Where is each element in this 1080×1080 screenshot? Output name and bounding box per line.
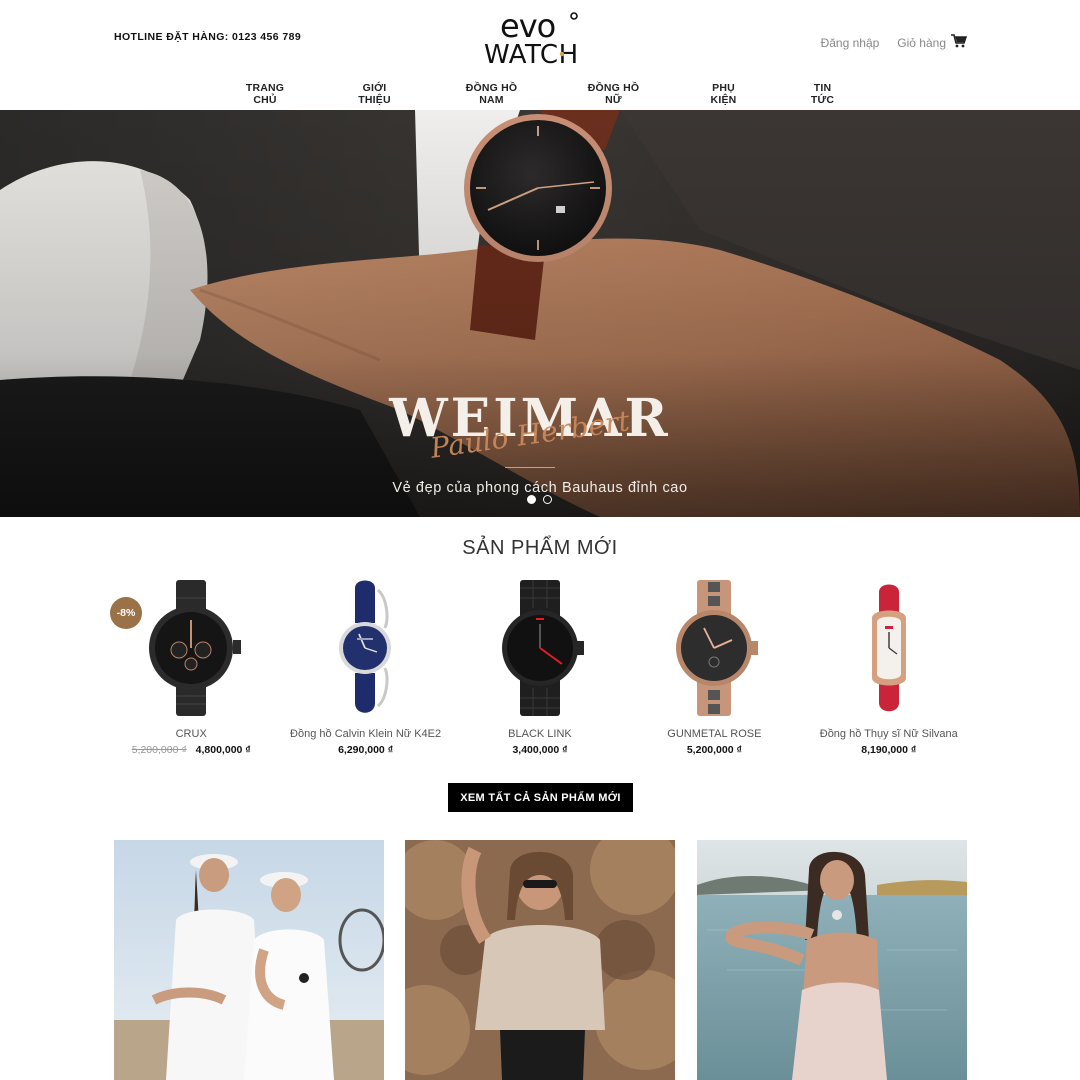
banner-image	[697, 840, 967, 1080]
nav-item-home[interactable]: TRANG CHỦ	[238, 82, 293, 106]
nav-item-news[interactable]: TIN TỨC	[803, 82, 843, 106]
product-card-crux[interactable]: -8% CRUX 5,200,000 ₫ 4,800,000 ₫	[104, 575, 278, 765]
product-name[interactable]: GUNMETAL ROSE	[627, 728, 801, 740]
product-card-gunmetal-rose[interactable]: GUNMETAL ROSE 5,200,000 ₫	[627, 575, 801, 765]
product-price: 5,200,000 ₫	[686, 744, 742, 756]
product-name[interactable]: Đồng hồ Thụy sĩ Nữ Silvana	[802, 728, 976, 740]
logo-bottom-text: WATCH	[484, 40, 579, 68]
login-link[interactable]: Đăng nhập	[821, 36, 880, 50]
product-image[interactable]	[453, 575, 627, 720]
product-card-calvin-klein[interactable]: Đồng hồ Calvin Klein Nữ K4E2 6,290,000 ₫	[278, 575, 452, 765]
product-card-silvana[interactable]: Đồng hồ Thụy sĩ Nữ Silvana 8,190,000 ₫	[802, 575, 976, 765]
product-card-black-link[interactable]: BLACK LINK 3,400,000 ₫	[453, 575, 627, 765]
product-price-row: 5,200,000 ₫ 4,800,000 ₫	[104, 744, 278, 756]
slider-dot-2[interactable]	[543, 495, 552, 504]
nav-item-about[interactable]: GIỚI THIỆU	[349, 82, 401, 106]
nav-item-men-watches[interactable]: ĐỒNG HỒ NAM	[457, 82, 527, 106]
nav-item-women-watches[interactable]: ĐỒNG HỒ NỮ	[583, 82, 645, 106]
product-price: 8,190,000 ₫	[861, 744, 917, 756]
banner-image	[405, 840, 675, 1080]
main-nav: TRANG CHỦ GIỚI THIỆU ĐỒNG HỒ NAM ĐỒNG HỒ…	[0, 82, 1080, 106]
product-price-row: 5,200,000 ₫	[627, 744, 801, 756]
hero-slider[interactable]: WEIMAR Paulo Herbert Vẻ đẹp của phong cá…	[0, 110, 1080, 517]
product-image[interactable]	[278, 575, 452, 720]
banner-tennis[interactable]	[114, 840, 384, 1080]
slider-dot-1[interactable]	[527, 495, 536, 504]
product-price-row: 3,400,000 ₫	[453, 744, 627, 756]
discount-badge: -8%	[110, 597, 142, 629]
product-old-price: 5,200,000 ₫	[131, 744, 187, 756]
product-price: 3,400,000 ₫	[512, 744, 568, 756]
cart-icon	[951, 34, 968, 51]
product-price: 6,290,000 ₫	[338, 744, 394, 756]
site-logo[interactable]: evo WATCH	[482, 8, 602, 68]
banner-image	[114, 840, 384, 1080]
product-price-row: 8,190,000 ₫	[802, 744, 976, 756]
cart-label: Giỏ hàng	[897, 35, 946, 50]
product-image[interactable]	[802, 575, 976, 720]
cart-link[interactable]: Giỏ hàng	[897, 34, 968, 51]
product-price: 4,800,000 ₫	[195, 744, 251, 756]
product-grid: -8% CRUX 5,200,000 ₫ 4,800,000 ₫ Đồng hồ…	[104, 575, 976, 765]
hero-ornament	[505, 460, 555, 468]
hero-image	[0, 110, 1080, 517]
new-products-title: SẢN PHẨM MỚI	[462, 537, 618, 559]
banner-lake[interactable]	[697, 840, 967, 1080]
slider-dots	[527, 495, 552, 504]
view-all-new-products-button[interactable]: XEM TẤT CẢ SẢN PHẨM MỚI	[448, 783, 633, 812]
product-name[interactable]: CRUX	[104, 728, 278, 740]
hotline-text: HOTLINE ĐẶT HÀNG: 0123 456 789	[114, 31, 302, 43]
hero-tagline: Vẻ đẹp của phong cách Bauhaus đỉnh cao	[392, 480, 688, 496]
product-name[interactable]: BLACK LINK	[453, 728, 627, 740]
product-image[interactable]	[627, 575, 801, 720]
nav-item-accessories[interactable]: PHỤ KIỆN	[701, 82, 747, 106]
account-area: Đăng nhập Giỏ hàng	[821, 34, 968, 51]
banner-rocks[interactable]	[405, 840, 675, 1080]
product-price-row: 6,290,000 ₫	[278, 744, 452, 756]
product-name[interactable]: Đồng hồ Calvin Klein Nữ K4E2	[278, 728, 452, 740]
site-header: HOTLINE ĐẶT HÀNG: 0123 456 789 evo WATCH…	[0, 0, 1080, 110]
